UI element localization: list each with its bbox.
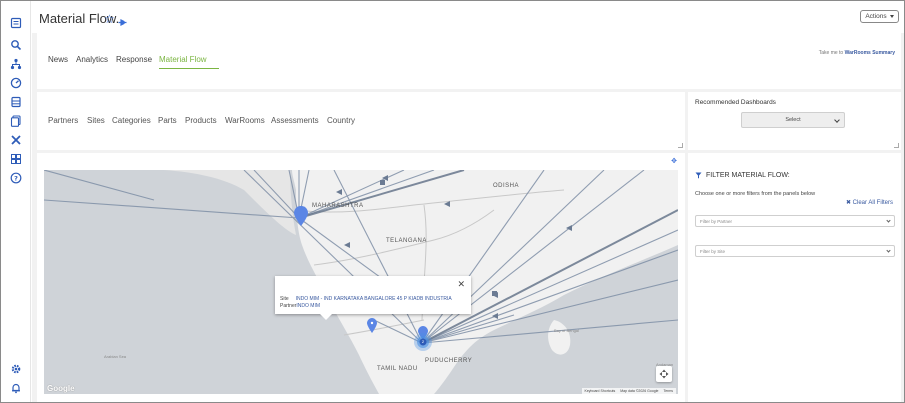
map-label-maharashtra: MAHARASHTRA bbox=[312, 203, 364, 209]
filter-tab-warrooms[interactable]: WarRooms bbox=[225, 116, 265, 125]
expand-icon[interactable]: ✥ bbox=[671, 157, 677, 165]
filter-title-text: FILTER MATERIAL FLOW: bbox=[706, 172, 790, 179]
star-icon[interactable]: ☆ bbox=[104, 12, 115, 26]
actions-label: Actions bbox=[865, 13, 887, 20]
site-select-placeholder: Filter by Site bbox=[700, 248, 726, 254]
terms-link[interactable]: Terms bbox=[663, 389, 673, 393]
pan-control-icon[interactable] bbox=[656, 366, 672, 382]
caret-down-icon bbox=[889, 15, 894, 18]
map-data-text: Map data ©2026 Google bbox=[620, 389, 659, 393]
map-label-tamil-nadu: TAMIL NADU bbox=[377, 366, 418, 372]
chevron-down-icon bbox=[834, 117, 840, 123]
filter-by-partner-select[interactable]: Filter by Partner bbox=[695, 215, 895, 227]
home-icon[interactable] bbox=[9, 16, 23, 30]
notifications-icon[interactable] bbox=[9, 381, 23, 395]
recommended-dashboard-select[interactable]: Select bbox=[741, 112, 845, 128]
map-label-arabian-sea: Arabian Sea bbox=[104, 354, 127, 359]
clear-filters-label: Clear All Filters bbox=[852, 200, 893, 206]
resize-handle[interactable] bbox=[678, 143, 683, 148]
active-tab-indicator bbox=[159, 68, 219, 69]
network-icon[interactable] bbox=[9, 57, 23, 71]
filter-tabs-panel: Partners Sites Categories Parts Products… bbox=[37, 92, 685, 150]
tab-analytics[interactable]: Analytics bbox=[76, 55, 108, 64]
warroom-link-prefix: Take me to bbox=[818, 50, 844, 56]
map-label-puducherry: PUDUCHERRY bbox=[425, 358, 473, 364]
partner-select-placeholder: Filter by Partner bbox=[700, 218, 733, 224]
clear-all-filters-button[interactable]: ✖ Clear All Filters bbox=[846, 199, 893, 206]
title-bar: Material Flow. ☆ Actions bbox=[32, 1, 904, 33]
tools-icon[interactable] bbox=[9, 133, 23, 147]
warroom-summary-link[interactable]: Take me to WarRooms Summary bbox=[819, 50, 895, 56]
filter-tab-products[interactable]: Products bbox=[185, 116, 217, 125]
help-icon[interactable]: ? bbox=[9, 171, 23, 185]
dashboard-gauge-icon[interactable] bbox=[9, 76, 23, 90]
pin-icon[interactable] bbox=[118, 13, 127, 31]
filter-tab-sites[interactable]: Sites bbox=[87, 116, 105, 125]
filter-tab-partners[interactable]: Partners bbox=[48, 116, 78, 125]
popup-site-value: INDO MIM - IND KARNATAKA BANGALORE 45 P … bbox=[295, 296, 452, 302]
filter-tab-parts[interactable]: Parts bbox=[158, 116, 177, 125]
filter-description: Choose one or more filters from the pane… bbox=[695, 191, 816, 197]
popup-partner-value: INDO MIM bbox=[296, 303, 321, 309]
clear-icon: ✖ bbox=[845, 200, 851, 206]
tabs-panel: News Analytics Response Material Flow Ta… bbox=[37, 33, 901, 89]
map-label-odisha: ODISHA bbox=[493, 183, 520, 189]
tab-news[interactable]: News bbox=[48, 55, 68, 64]
popup-site-label: Site bbox=[280, 296, 289, 302]
svg-text:?: ? bbox=[14, 174, 18, 182]
cluster-count: 2 bbox=[421, 339, 425, 344]
google-logo: Google bbox=[47, 384, 75, 393]
resize-handle[interactable] bbox=[894, 143, 899, 148]
filter-tab-categories[interactable]: Categories bbox=[112, 116, 151, 125]
chevron-down-icon bbox=[886, 248, 891, 253]
map-info-popup: ✕ Site INDO MIM - IND KARNATAKA BANGALOR… bbox=[275, 276, 471, 320]
filter-tab-country[interactable]: Country bbox=[327, 116, 355, 125]
grid-icon[interactable] bbox=[9, 152, 23, 166]
search-icon[interactable] bbox=[9, 38, 23, 52]
tab-response[interactable]: Response bbox=[116, 55, 152, 64]
filter-by-site-select[interactable]: Filter by Site bbox=[695, 245, 895, 257]
close-icon[interactable]: ✕ bbox=[457, 279, 465, 290]
documents-icon[interactable] bbox=[9, 114, 23, 128]
map-label-telangana: TELANGANA bbox=[386, 238, 427, 244]
map-panel: ✥ MAHARASHTRA ODISHA TELANGANA TAMIL NAD… bbox=[37, 153, 685, 402]
recommended-dashboards-panel: Recommended Dashboards Select bbox=[688, 92, 901, 150]
left-sidebar: ? bbox=[1, 1, 31, 402]
database-icon[interactable] bbox=[9, 95, 23, 109]
popup-partner-label: Partner bbox=[280, 303, 297, 309]
filter-tab-assessments[interactable]: Assessments bbox=[271, 116, 319, 125]
recommended-title: Recommended Dashboards bbox=[695, 99, 776, 106]
map-attribution: Keyboard Shortcuts Map data ©2026 Google… bbox=[581, 388, 676, 394]
filter-icon bbox=[695, 172, 702, 179]
tab-material-flow[interactable]: Material Flow bbox=[159, 55, 207, 64]
settings-icon[interactable] bbox=[9, 362, 23, 376]
main-content: Material Flow. ☆ Actions News Analytics … bbox=[32, 1, 904, 402]
recommended-select-value: Select bbox=[785, 117, 801, 123]
popup-site-row: Site INDO MIM - IND KARNATAKA BANGALORE … bbox=[280, 296, 452, 302]
chevron-down-icon bbox=[886, 218, 891, 223]
filter-material-flow-panel: FILTER MATERIAL FLOW: Choose one or more… bbox=[688, 153, 901, 402]
actions-button[interactable]: Actions bbox=[860, 10, 899, 23]
warroom-link-text: WarRooms Summary bbox=[844, 50, 895, 56]
material-flow-map[interactable]: MAHARASHTRA ODISHA TELANGANA TAMIL NADU … bbox=[44, 170, 678, 394]
filter-title: FILTER MATERIAL FLOW: bbox=[695, 172, 790, 179]
map-label-bay-of-bengal: Bay of Bengal bbox=[554, 328, 579, 333]
popup-partner-row: PartnerINDO MIM bbox=[280, 303, 320, 309]
keyboard-shortcuts-link[interactable]: Keyboard Shortcuts bbox=[585, 389, 616, 393]
